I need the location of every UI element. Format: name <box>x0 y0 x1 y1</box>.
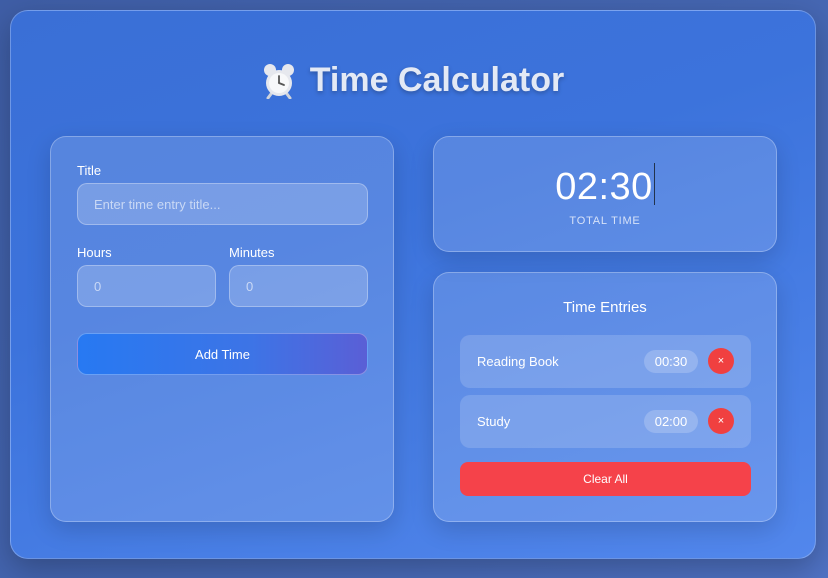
hours-input[interactable] <box>77 265 216 307</box>
total-time-caption: TOTAL TIME <box>569 215 641 227</box>
app-container: Time Calculator Title Hours Minutes Add … <box>10 10 816 559</box>
header: Time Calculator <box>11 61 815 100</box>
hours-label: Hours <box>77 245 112 260</box>
title-input[interactable] <box>77 183 368 225</box>
title-label: Title <box>77 163 102 178</box>
add-entry-panel: Title Hours Minutes Add Time <box>50 136 394 522</box>
entry-time-badge: 02:00 <box>644 410 698 433</box>
list-item: Study 02:00 × <box>460 395 751 448</box>
total-time-display: 02:30 <box>434 163 776 209</box>
minutes-input[interactable] <box>229 265 368 307</box>
delete-entry-button[interactable]: × <box>708 408 734 434</box>
entry-name: Study <box>477 414 511 429</box>
total-time-value: 02:30 <box>555 166 653 208</box>
page-title: Time Calculator <box>309 61 565 99</box>
add-time-button[interactable]: Add Time <box>77 333 368 375</box>
entry-time-badge: 00:30 <box>644 350 698 373</box>
text-cursor <box>653 163 655 205</box>
delete-entry-button[interactable]: × <box>708 348 734 374</box>
entries-heading: Time Entries <box>563 299 647 316</box>
alarm-clock-icon <box>263 63 294 99</box>
clear-all-button[interactable]: Clear All <box>460 462 751 496</box>
total-time-panel: 02:30 TOTAL TIME <box>433 136 777 252</box>
minutes-label: Minutes <box>229 245 275 260</box>
time-entries-panel: Time Entries Reading Book 00:30 × Study … <box>433 272 777 522</box>
entry-name: Reading Book <box>477 354 559 369</box>
list-item: Reading Book 00:30 × <box>460 335 751 388</box>
